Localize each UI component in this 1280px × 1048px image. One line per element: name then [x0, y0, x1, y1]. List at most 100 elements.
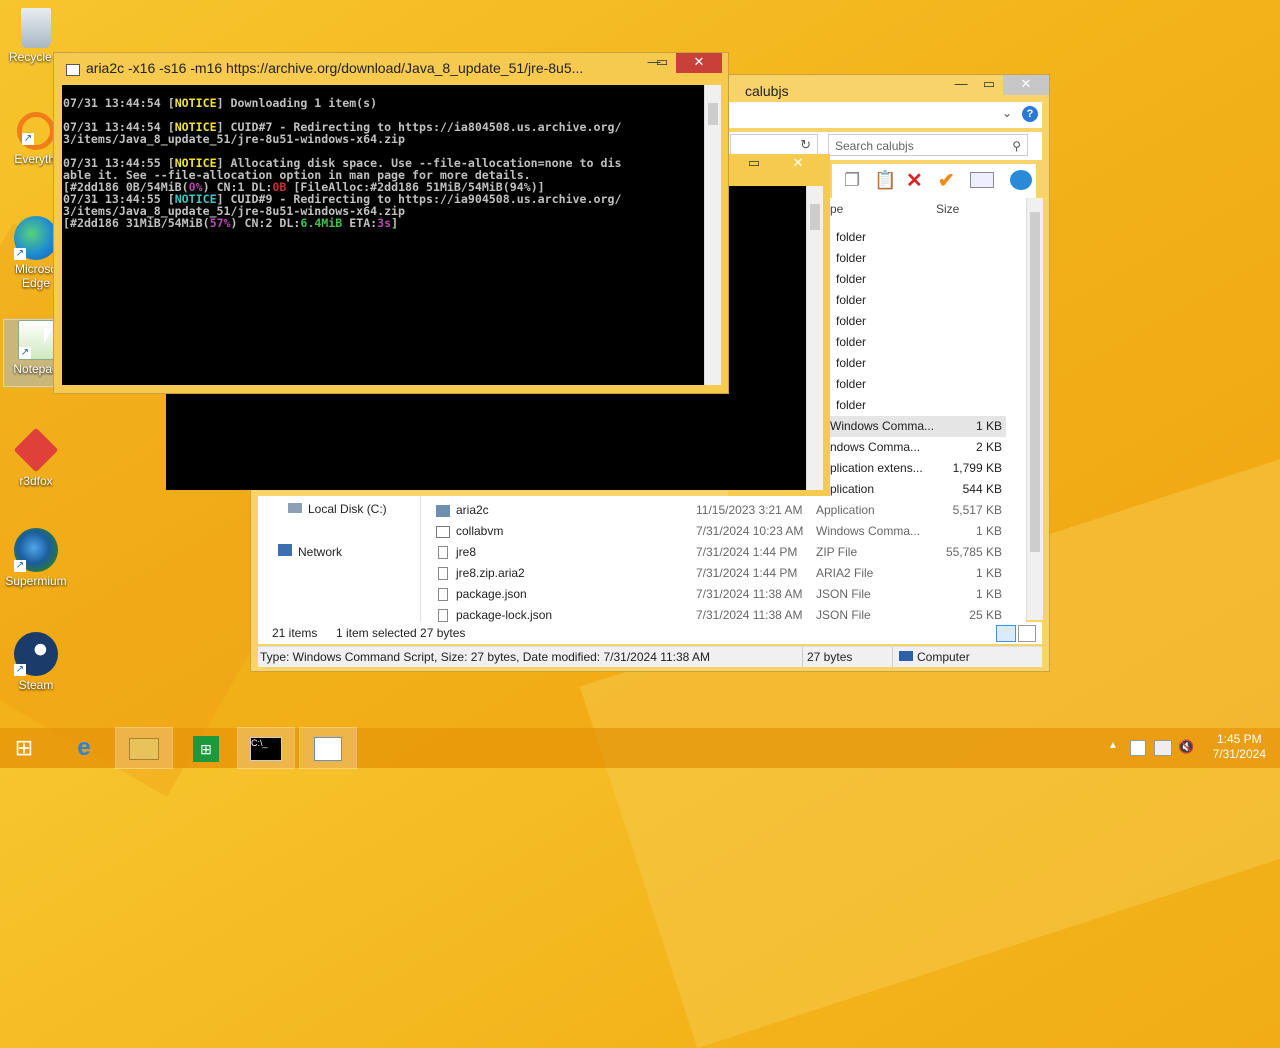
table-row[interactable]: folder: [830, 311, 1006, 332]
taskbar-store[interactable]: ⊞: [178, 728, 234, 768]
checkmark-icon[interactable]: ✔: [938, 168, 955, 193]
table-row[interactable]: folder: [830, 395, 1006, 416]
table-row[interactable]: jre8.zip.aria2 7/31/2024 1:44 PM ARIA2 F…: [430, 563, 1026, 584]
address-bar[interactable]: ↻: [730, 134, 818, 156]
taskbar-file-explorer[interactable]: [115, 727, 173, 769]
file-type: JSON File: [816, 587, 871, 601]
table-row-selected[interactable]: Windows Comma... 1 KB: [830, 416, 1006, 437]
scrollbar-thumb[interactable]: [810, 204, 820, 230]
console-close-button[interactable]: ✕: [776, 154, 820, 174]
zip-file-icon: [438, 546, 448, 559]
file-name: collabvm: [456, 524, 504, 538]
search-input[interactable]: Search calubjs ⚲: [828, 134, 1028, 156]
progress-text: [#2dd186 31MiB/54MiB(: [63, 216, 210, 230]
volume-muted-icon[interactable]: 🔇: [1178, 740, 1194, 754]
application-icon: [436, 505, 450, 517]
table-row[interactable]: folder: [830, 290, 1006, 311]
ribbon-collapsed-bar: ⌄ ?: [728, 102, 1042, 128]
taskbar-internet-explorer[interactable]: e: [56, 728, 112, 768]
window-icon: [314, 737, 342, 762]
console-maximize-button[interactable]: ▭: [740, 154, 768, 174]
column-header-size[interactable]: Size: [936, 202, 959, 216]
rename-icon[interactable]: [970, 172, 994, 188]
table-row[interactable]: ndows Comma... 2 KB: [830, 437, 1006, 458]
taskbar-notepad[interactable]: [299, 727, 357, 769]
table-row[interactable]: folder: [830, 374, 1006, 395]
file-type: folder: [836, 377, 867, 391]
desktop-icon-label: Steam: [18, 678, 54, 692]
chevron-down-icon[interactable]: ⌄: [1002, 106, 1012, 120]
desktop-icon-r3dfox[interactable]: r3dfox: [4, 427, 68, 488]
large-icons-view-icon[interactable]: [1018, 625, 1036, 642]
file-name: aria2c: [456, 503, 489, 517]
file-type: folder: [836, 356, 867, 370]
file-type: folder: [836, 335, 867, 349]
table-row[interactable]: collabvm 7/31/2024 10:23 AM Windows Comm…: [430, 521, 1026, 542]
status-size: 27 bytes: [802, 647, 852, 667]
table-row[interactable]: folder: [830, 353, 1006, 374]
start-button[interactable]: ⊞: [0, 728, 48, 768]
network-status-icon[interactable]: [1154, 740, 1172, 756]
file-size: 5,517 KB: [952, 503, 1002, 517]
gear-file-icon: [436, 526, 450, 538]
action-center-icon[interactable]: [1130, 740, 1146, 756]
file-type: folder: [836, 251, 867, 265]
show-hidden-icons-icon[interactable]: ▲: [1108, 740, 1118, 751]
table-row[interactable]: folder: [830, 332, 1006, 353]
help-icon[interactable]: ?: [1022, 106, 1038, 122]
refresh-icon[interactable]: ↻: [800, 137, 811, 153]
scrollbar-thumb[interactable]: [708, 103, 718, 125]
file-type: Windows Comma...: [830, 419, 935, 433]
globe-icon[interactable]: [1010, 170, 1032, 190]
table-row[interactable]: folder: [830, 269, 1006, 290]
store-icon: ⊞: [193, 736, 219, 763]
column-header-type[interactable]: pe: [830, 202, 843, 216]
file-type: Application: [816, 503, 875, 517]
file-size: 1 KB: [975, 419, 1002, 433]
file-list-scrollbar[interactable]: [1026, 198, 1043, 620]
desktop-icon-steam[interactable]: ↗ Steam: [4, 632, 68, 692]
table-row[interactable]: package-lock.json 7/31/2024 11:38 AM JSO…: [430, 605, 1026, 622]
aria-console-screen[interactable]: 07/31 13:44:54 [NOTICE] Downloading 1 it…: [62, 85, 704, 385]
table-row[interactable]: folder: [830, 227, 1006, 248]
delete-icon[interactable]: ✕: [906, 168, 923, 193]
file-size: 55,785 KB: [945, 545, 1002, 559]
table-row[interactable]: aria2c 11/15/2023 3:21 AM Application 5,…: [430, 500, 1026, 521]
console-window-icon: [66, 64, 80, 76]
file-name: jre8: [456, 545, 477, 559]
aria-maximize-button[interactable]: ▭: [648, 53, 676, 73]
file-type: folder: [836, 398, 867, 412]
details-view-icon[interactable]: [996, 625, 1016, 642]
console-scrollbar[interactable]: [806, 186, 823, 490]
table-row[interactable]: folder: [830, 248, 1006, 269]
explorer-maximize-button[interactable]: ▭: [975, 75, 1003, 95]
explorer-minimize-button[interactable]: —: [947, 75, 975, 95]
aria-console-scrollbar[interactable]: [704, 85, 721, 385]
explorer-toolbar: ❐ 📋 ✕ ✔: [832, 164, 1036, 198]
paste-icon[interactable]: 📋: [874, 170, 896, 191]
table-row[interactable]: plication extens... 1,799 KB: [830, 458, 1006, 479]
file-name: package-lock.json: [456, 608, 553, 622]
taskbar-command-prompt[interactable]: C:\_: [237, 727, 295, 769]
file-type: ARIA2 File: [816, 566, 874, 580]
file-type: JSON File: [816, 608, 871, 622]
explorer-close-button[interactable]: ✕: [1003, 75, 1049, 95]
desktop-icon-supermium[interactable]: ↗ Supermium: [4, 528, 68, 588]
nav-item-local-disk[interactable]: Local Disk (C:): [288, 502, 387, 516]
console-line: ] Downloading 1 item(s): [216, 96, 378, 110]
download-speed: 6.4MiB: [300, 216, 343, 230]
progress-percent: 57%: [209, 216, 231, 230]
drive-icon: [288, 503, 302, 513]
nav-item-network[interactable]: Network: [278, 544, 342, 559]
file-size: 25 KB: [969, 608, 1002, 622]
file-type: folder: [836, 293, 867, 307]
scrollbar-thumb[interactable]: [1030, 212, 1040, 552]
table-row[interactable]: package.json 7/31/2024 11:38 AM JSON Fil…: [430, 584, 1026, 605]
file-date: 7/31/2024 1:44 PM: [696, 566, 798, 580]
copy-icon[interactable]: ❐: [844, 170, 860, 191]
table-row[interactable]: jre8 7/31/2024 1:44 PM ZIP File 55,785 K…: [430, 542, 1026, 563]
aria-close-button[interactable]: ✕: [676, 53, 722, 73]
desktop-icon-label: r3dfox: [19, 474, 53, 488]
shortcut-arrow-icon: ↗: [14, 248, 26, 260]
taskbar-clock[interactable]: 1:45 PM 7/31/2024: [1213, 732, 1266, 762]
